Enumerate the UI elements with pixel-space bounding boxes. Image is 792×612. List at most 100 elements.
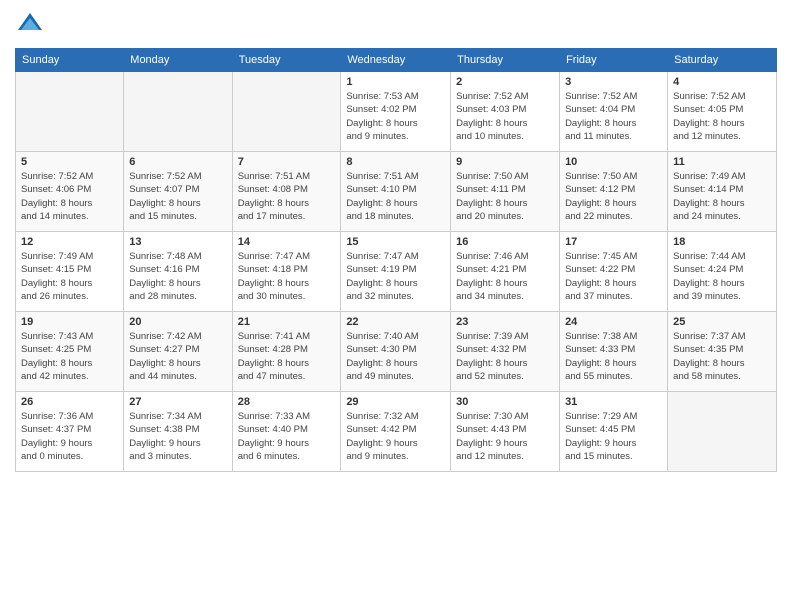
- day-info: Sunrise: 7:29 AM Sunset: 4:45 PM Dayligh…: [565, 410, 662, 463]
- logo: [15, 10, 49, 40]
- day-number: 8: [346, 156, 445, 168]
- weekday-header-sunday: Sunday: [16, 49, 124, 72]
- calendar-cell: 23 Sunrise: 7:39 AM Sunset: 4:32 PM Dayli…: [451, 312, 560, 392]
- calendar-cell: [232, 72, 341, 152]
- day-number: 18: [673, 236, 771, 248]
- calendar-cell: 12 Sunrise: 7:49 AM Sunset: 4:15 PM Dayli…: [16, 232, 124, 312]
- day-info: Sunrise: 7:42 AM Sunset: 4:27 PM Dayligh…: [129, 330, 226, 383]
- calendar-cell: 19Sunrise: 7:43 AM Sunset: 4:25 PM Dayli…: [16, 312, 124, 392]
- day-number: 9: [456, 156, 554, 168]
- calendar-table: SundayMondayTuesdayWednesdayThursdayFrid…: [15, 48, 777, 472]
- weekday-header-monday: Monday: [124, 49, 232, 72]
- day-info: Sunrise: 7:36 AM Sunset: 4:37 PM Dayligh…: [21, 410, 118, 463]
- day-info: Sunrise: 7:47 AM Sunset: 4:18 PM Dayligh…: [238, 250, 336, 303]
- day-info: Sunrise: 7:32 AM Sunset: 4:42 PM Dayligh…: [346, 410, 445, 463]
- day-number: 4: [673, 76, 771, 88]
- day-info: Sunrise: 7:41 AM Sunset: 4:28 PM Dayligh…: [238, 330, 336, 383]
- day-info: Sunrise: 7:46 AM Sunset: 4:21 PM Dayligh…: [456, 250, 554, 303]
- calendar-cell: 18 Sunrise: 7:44 AM Sunset: 4:24 PM Dayli…: [668, 232, 777, 312]
- weekday-header-tuesday: Tuesday: [232, 49, 341, 72]
- day-number: 10: [565, 156, 662, 168]
- day-number: 28: [238, 396, 336, 408]
- day-info: Sunrise: 7:52 AM Sunset: 4:07 PM Dayligh…: [129, 170, 226, 223]
- day-number: 2: [456, 76, 554, 88]
- day-number: 21: [238, 316, 336, 328]
- calendar-cell: 7 Sunrise: 7:51 AM Sunset: 4:08 PM Daylig…: [232, 152, 341, 232]
- day-number: 31: [565, 396, 662, 408]
- calendar-cell: 20Sunrise: 7:42 AM Sunset: 4:27 PM Dayli…: [124, 312, 232, 392]
- calendar-cell: 17 Sunrise: 7:45 AM Sunset: 4:22 PM Dayli…: [560, 232, 668, 312]
- day-info: Sunrise: 7:52 AM Sunset: 4:03 PM Dayligh…: [456, 90, 554, 143]
- day-number: 17: [565, 236, 662, 248]
- calendar-cell: 5Sunrise: 7:52 AM Sunset: 4:06 PM Daylig…: [16, 152, 124, 232]
- weekday-header-saturday: Saturday: [668, 49, 777, 72]
- day-number: 19: [21, 316, 118, 328]
- day-number: 1: [346, 76, 445, 88]
- calendar-cell: 31 Sunrise: 7:29 AM Sunset: 4:45 PM Dayli…: [560, 392, 668, 472]
- weekday-header-row: SundayMondayTuesdayWednesdayThursdayFrid…: [16, 49, 777, 72]
- day-info: Sunrise: 7:33 AM Sunset: 4:40 PM Dayligh…: [238, 410, 336, 463]
- day-number: 30: [456, 396, 554, 408]
- day-number: 11: [673, 156, 771, 168]
- calendar-cell: 30 Sunrise: 7:30 AM Sunset: 4:43 PM Dayli…: [451, 392, 560, 472]
- day-info: Sunrise: 7:51 AM Sunset: 4:08 PM Dayligh…: [238, 170, 336, 223]
- day-number: 12: [21, 236, 118, 248]
- day-info: Sunrise: 7:50 AM Sunset: 4:11 PM Dayligh…: [456, 170, 554, 223]
- day-info: Sunrise: 7:51 AM Sunset: 4:10 PM Dayligh…: [346, 170, 445, 223]
- day-info: Sunrise: 7:40 AM Sunset: 4:30 PM Dayligh…: [346, 330, 445, 383]
- day-info: Sunrise: 7:49 AM Sunset: 4:15 PM Dayligh…: [21, 250, 118, 303]
- day-number: 27: [129, 396, 226, 408]
- calendar-cell: 11 Sunrise: 7:49 AM Sunset: 4:14 PM Dayli…: [668, 152, 777, 232]
- header: [15, 10, 777, 40]
- day-number: 24: [565, 316, 662, 328]
- calendar-cell: 1 Sunrise: 7:53 AM Sunset: 4:02 PM Daylig…: [341, 72, 451, 152]
- day-info: Sunrise: 7:52 AM Sunset: 4:04 PM Dayligh…: [565, 90, 662, 143]
- day-info: Sunrise: 7:37 AM Sunset: 4:35 PM Dayligh…: [673, 330, 771, 383]
- calendar-cell: 16Sunrise: 7:46 AM Sunset: 4:21 PM Dayli…: [451, 232, 560, 312]
- page: SundayMondayTuesdayWednesdayThursdayFrid…: [0, 0, 792, 612]
- calendar-week-1: 1 Sunrise: 7:53 AM Sunset: 4:02 PM Daylig…: [16, 72, 777, 152]
- day-info: Sunrise: 7:30 AM Sunset: 4:43 PM Dayligh…: [456, 410, 554, 463]
- calendar-cell: 15Sunrise: 7:47 AM Sunset: 4:19 PM Dayli…: [341, 232, 451, 312]
- day-info: Sunrise: 7:44 AM Sunset: 4:24 PM Dayligh…: [673, 250, 771, 303]
- calendar-cell: 27 Sunrise: 7:34 AM Sunset: 4:38 PM Dayli…: [124, 392, 232, 472]
- calendar-week-2: 5Sunrise: 7:52 AM Sunset: 4:06 PM Daylig…: [16, 152, 777, 232]
- calendar-week-4: 19Sunrise: 7:43 AM Sunset: 4:25 PM Dayli…: [16, 312, 777, 392]
- calendar-cell: [124, 72, 232, 152]
- day-info: Sunrise: 7:47 AM Sunset: 4:19 PM Dayligh…: [346, 250, 445, 303]
- day-number: 14: [238, 236, 336, 248]
- day-info: Sunrise: 7:34 AM Sunset: 4:38 PM Dayligh…: [129, 410, 226, 463]
- weekday-header-friday: Friday: [560, 49, 668, 72]
- calendar-cell: 2 Sunrise: 7:52 AM Sunset: 4:03 PM Daylig…: [451, 72, 560, 152]
- day-number: 29: [346, 396, 445, 408]
- calendar-cell: 4 Sunrise: 7:52 AM Sunset: 4:05 PM Daylig…: [668, 72, 777, 152]
- calendar-cell: 6 Sunrise: 7:52 AM Sunset: 4:07 PM Daylig…: [124, 152, 232, 232]
- day-info: Sunrise: 7:49 AM Sunset: 4:14 PM Dayligh…: [673, 170, 771, 223]
- weekday-header-wednesday: Wednesday: [341, 49, 451, 72]
- day-info: Sunrise: 7:39 AM Sunset: 4:32 PM Dayligh…: [456, 330, 554, 383]
- calendar-cell: [668, 392, 777, 472]
- calendar-cell: 9 Sunrise: 7:50 AM Sunset: 4:11 PM Daylig…: [451, 152, 560, 232]
- calendar-cell: 29 Sunrise: 7:32 AM Sunset: 4:42 PM Dayli…: [341, 392, 451, 472]
- calendar-cell: [16, 72, 124, 152]
- day-info: Sunrise: 7:53 AM Sunset: 4:02 PM Dayligh…: [346, 90, 445, 143]
- day-number: 13: [129, 236, 226, 248]
- day-number: 22: [346, 316, 445, 328]
- calendar-cell: 3Sunrise: 7:52 AM Sunset: 4:04 PM Daylig…: [560, 72, 668, 152]
- calendar-cell: 10Sunrise: 7:50 AM Sunset: 4:12 PM Dayli…: [560, 152, 668, 232]
- logo-icon: [15, 10, 45, 40]
- calendar-cell: 25Sunrise: 7:37 AM Sunset: 4:35 PM Dayli…: [668, 312, 777, 392]
- day-info: Sunrise: 7:45 AM Sunset: 4:22 PM Dayligh…: [565, 250, 662, 303]
- calendar-cell: 24 Sunrise: 7:38 AM Sunset: 4:33 PM Dayli…: [560, 312, 668, 392]
- calendar-cell: 22 Sunrise: 7:40 AM Sunset: 4:30 PM Dayli…: [341, 312, 451, 392]
- calendar-cell: 26 Sunrise: 7:36 AM Sunset: 4:37 PM Dayli…: [16, 392, 124, 472]
- day-info: Sunrise: 7:38 AM Sunset: 4:33 PM Dayligh…: [565, 330, 662, 383]
- day-number: 6: [129, 156, 226, 168]
- day-number: 26: [21, 396, 118, 408]
- day-info: Sunrise: 7:52 AM Sunset: 4:05 PM Dayligh…: [673, 90, 771, 143]
- calendar-cell: 8 Sunrise: 7:51 AM Sunset: 4:10 PM Daylig…: [341, 152, 451, 232]
- weekday-header-thursday: Thursday: [451, 49, 560, 72]
- day-info: Sunrise: 7:52 AM Sunset: 4:06 PM Dayligh…: [21, 170, 118, 223]
- day-number: 23: [456, 316, 554, 328]
- day-number: 7: [238, 156, 336, 168]
